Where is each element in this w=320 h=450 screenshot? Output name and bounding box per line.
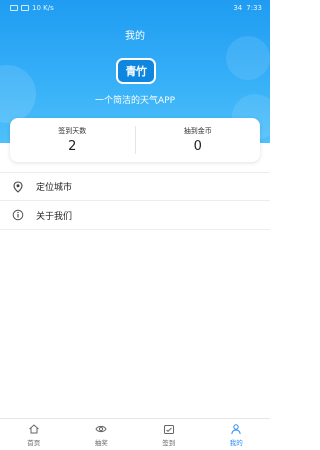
stats-card: 签到天数 2 抽到金币 0 xyxy=(10,118,260,162)
app-slogan: 一个简洁的天气APP xyxy=(94,96,175,106)
network-speed: 10 K/s xyxy=(32,4,54,12)
info-icon xyxy=(12,209,24,221)
tab-mine[interactable]: 我的 xyxy=(203,419,271,450)
stat-label: 签到天数 xyxy=(58,127,87,135)
tab-lottery[interactable]: 抽奖 xyxy=(68,419,136,450)
tab-label: 首页 xyxy=(27,438,41,447)
menu-item-about-us[interactable]: 关于我们 xyxy=(0,201,270,230)
home-icon xyxy=(28,423,40,435)
stat-coins: 抽到金币 0 xyxy=(134,126,261,154)
wifi-icon xyxy=(21,5,29,11)
decorative-bubble xyxy=(226,36,270,80)
clock: 7:33 xyxy=(246,4,262,12)
user-icon xyxy=(230,423,242,435)
stat-checkin-days: 签到天数 2 xyxy=(10,118,135,162)
tab-label: 抽奖 xyxy=(94,438,108,447)
bottom-tab-bar: 首页 抽奖 签到 我的 xyxy=(0,418,270,450)
logo-text: 青竹 xyxy=(125,65,148,78)
signal-icon xyxy=(10,5,18,11)
stat-value: 2 xyxy=(68,139,77,154)
status-bar: 10 K/s 34 7:33 xyxy=(0,0,270,18)
tab-label: 签到 xyxy=(162,438,176,447)
tab-checkin[interactable]: 签到 xyxy=(135,419,203,450)
page-title: 我的 xyxy=(125,31,145,42)
app-logo: 青竹 xyxy=(116,58,156,84)
tab-label: 我的 xyxy=(229,438,243,447)
location-pin-icon xyxy=(12,180,24,193)
menu-item-locate-city[interactable]: 定位城市 xyxy=(0,172,270,201)
settings-menu: 定位城市 关于我们 xyxy=(0,172,270,230)
menu-item-label: 关于我们 xyxy=(36,211,73,222)
eye-icon xyxy=(95,423,107,435)
menu-item-label: 定位城市 xyxy=(36,183,73,193)
tab-home[interactable]: 首页 xyxy=(0,419,68,450)
battery-level: 34 xyxy=(233,4,243,12)
stat-value: 0 xyxy=(193,139,202,154)
stat-label: 抽到金币 xyxy=(183,127,212,135)
calendar-check-icon xyxy=(163,423,175,435)
